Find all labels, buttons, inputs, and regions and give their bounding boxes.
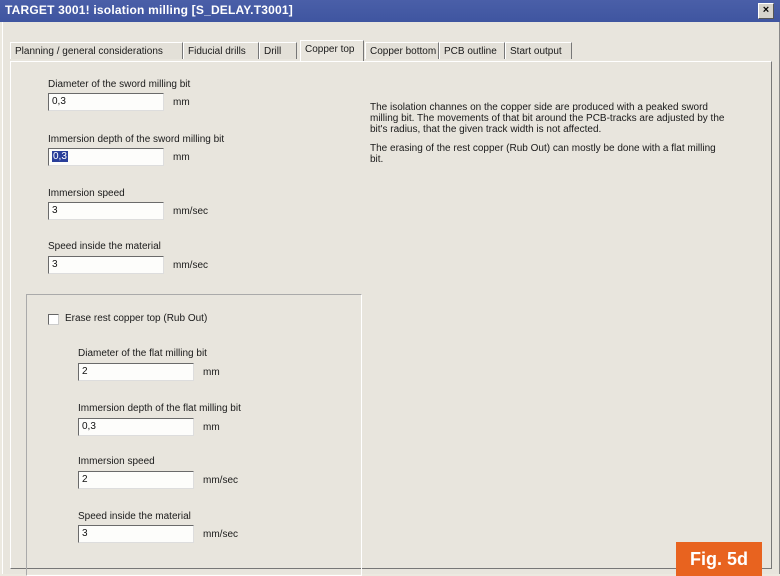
flat-depth-label: Immersion depth of the flat milling bit: [78, 403, 241, 414]
description-text: The isolation channes on the copper side…: [370, 102, 730, 173]
rub-out-label: Erase rest copper top (Rub Out): [65, 313, 208, 324]
flat-diameter-input[interactable]: 2: [78, 363, 194, 381]
sword-material-speed-label: Speed inside the material: [48, 241, 161, 252]
tab-copper-bottom[interactable]: Copper bottom: [365, 42, 439, 59]
sword-depth-value: 0,3: [52, 151, 68, 162]
close-button[interactable]: ×: [758, 3, 774, 19]
tab-drill[interactable]: Drill: [259, 42, 297, 59]
flat-material-speed-unit: mm/sec: [203, 529, 238, 540]
sword-depth-input[interactable]: 0,3: [48, 148, 164, 166]
sword-speed-unit: mm/sec: [173, 206, 208, 217]
sword-material-speed-unit: mm/sec: [173, 260, 208, 271]
description-paragraph-1: The isolation channes on the copper side…: [370, 102, 725, 135]
tab-pcb-outline[interactable]: PCB outline: [439, 42, 505, 59]
flat-diameter-unit: mm: [203, 367, 220, 378]
sword-material-speed-input[interactable]: 3: [48, 256, 164, 274]
sword-diameter-label: Diameter of the sword milling bit: [48, 79, 191, 90]
flat-speed-input[interactable]: 2: [78, 471, 194, 489]
flat-speed-unit: mm/sec: [203, 475, 238, 486]
figure-label-badge: Fig. 5d: [676, 542, 762, 576]
description-paragraph-2: The erasing of the rest copper (Rub Out)…: [370, 143, 716, 165]
tab-start-output[interactable]: Start output: [505, 42, 572, 59]
sword-speed-input[interactable]: 3: [48, 202, 164, 220]
rub-out-checkbox[interactable]: [48, 314, 59, 325]
tab-planning[interactable]: Planning / general considerations: [10, 42, 183, 59]
rub-out-group: [26, 294, 362, 576]
flat-depth-input[interactable]: 0,3: [78, 418, 194, 436]
sword-diameter-unit: mm: [173, 97, 190, 108]
dialog-window: Planning / general considerations Fiduci…: [2, 22, 780, 576]
sword-diameter-input[interactable]: 0,3: [48, 93, 164, 111]
sword-depth-label: Immersion depth of the sword milling bit: [48, 134, 225, 145]
tab-copper-top[interactable]: Copper top: [300, 40, 364, 61]
sword-depth-unit: mm: [173, 152, 190, 163]
sword-speed-label: Immersion speed: [48, 188, 125, 199]
flat-speed-label: Immersion speed: [78, 456, 155, 467]
flat-depth-unit: mm: [203, 422, 220, 433]
flat-material-speed-input[interactable]: 3: [78, 525, 194, 543]
flat-diameter-label: Diameter of the flat milling bit: [78, 348, 207, 359]
window-title: TARGET 3001! isolation milling [S_DELAY.…: [5, 3, 293, 17]
flat-material-speed-label: Speed inside the material: [78, 511, 191, 522]
tab-fiducial-drills[interactable]: Fiducial drills: [183, 42, 259, 59]
title-bar: TARGET 3001! isolation milling [S_DELAY.…: [0, 0, 780, 22]
